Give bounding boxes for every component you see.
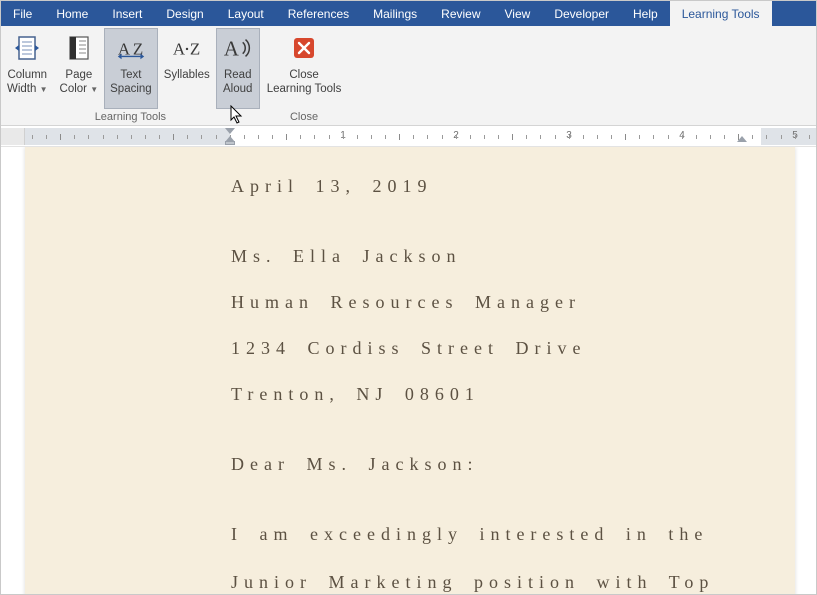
- document-page[interactable]: April 13, 2019 Ms. Ella Jackson Human Re…: [25, 147, 795, 594]
- tab-design[interactable]: Design: [154, 1, 215, 26]
- close-icon: [288, 32, 320, 64]
- page-color-label-1: Page: [65, 68, 92, 82]
- close-lt-label-1: Close: [289, 68, 318, 82]
- tab-mailings[interactable]: Mailings: [361, 1, 429, 26]
- text-spacing-label-2: Spacing: [110, 82, 152, 96]
- page-color-icon: [63, 32, 95, 64]
- column-width-label-2: Width: [7, 83, 36, 95]
- close-lt-label-2: Learning Tools: [267, 82, 342, 96]
- tab-developer[interactable]: Developer: [542, 1, 621, 26]
- column-width-label-1: Column: [7, 68, 47, 82]
- doc-salutation: Dear Ms. Jackson:: [231, 449, 745, 479]
- page-color-button[interactable]: Page Color ▼: [54, 28, 105, 109]
- doc-addr-title: Human Resources Manager: [231, 287, 745, 317]
- column-width-button[interactable]: Column Width ▼: [1, 28, 54, 109]
- column-width-icon: [11, 32, 43, 64]
- group-label-close: Close: [261, 109, 348, 125]
- tab-learning-tools[interactable]: Learning Tools: [670, 1, 772, 26]
- doc-addr-street: 1234 Cordiss Street Drive: [231, 333, 745, 363]
- tab-layout[interactable]: Layout: [216, 1, 276, 26]
- syllables-icon: A Z: [171, 32, 203, 64]
- right-indent-marker[interactable]: [737, 136, 747, 142]
- doc-addr-city: Trenton, NJ 08601: [231, 379, 745, 409]
- tab-review[interactable]: Review: [429, 1, 492, 26]
- tab-file[interactable]: File: [1, 1, 44, 26]
- read-aloud-label-2: Aloud: [223, 82, 252, 96]
- close-learning-tools-button[interactable]: Close Learning Tools: [261, 28, 348, 109]
- tab-references[interactable]: References: [276, 1, 361, 26]
- group-learning-tools: Column Width ▼ Page: [1, 26, 260, 125]
- text-spacing-icon: A Z: [115, 32, 147, 64]
- tab-view[interactable]: View: [493, 1, 543, 26]
- ruler-ticks: 12345: [25, 128, 816, 145]
- tab-help[interactable]: Help: [621, 1, 670, 26]
- tab-insert[interactable]: Insert: [100, 1, 154, 26]
- group-close: Close Learning Tools Close: [261, 26, 348, 125]
- svg-text:A: A: [173, 40, 186, 59]
- chevron-down-icon: ▼: [90, 85, 98, 94]
- syllables-button[interactable]: A Z Syllables: [158, 28, 216, 109]
- chevron-down-icon: ▼: [40, 85, 48, 94]
- svg-text:Z: Z: [190, 40, 200, 59]
- doc-body-line-2: Junior Marketing position with Top: [231, 567, 745, 594]
- doc-date: April 13, 2019: [231, 171, 745, 201]
- read-aloud-button[interactable]: A Read Aloud: [216, 28, 260, 109]
- ruler-gutter: [1, 128, 25, 145]
- document-workspace: April 13, 2019 Ms. Ella Jackson Human Re…: [1, 147, 816, 594]
- text-spacing-button[interactable]: A Z Text Spacing: [104, 28, 158, 109]
- syllables-label-1: Syllables: [164, 68, 210, 82]
- doc-addr-name: Ms. Ella Jackson: [231, 241, 745, 271]
- left-indent-marker[interactable]: [225, 141, 235, 145]
- read-aloud-icon: A: [222, 32, 254, 64]
- svg-text:A: A: [224, 39, 239, 61]
- text-spacing-label-1: Text: [120, 68, 141, 82]
- horizontal-ruler[interactable]: 12345: [1, 126, 816, 147]
- read-aloud-label-1: Read: [224, 68, 252, 82]
- doc-body-line-1: I am exceedingly interested in the: [231, 519, 745, 549]
- ribbon-tabstrip: File Home Insert Design Layout Reference…: [1, 1, 816, 26]
- page-color-label-2: Color: [60, 83, 87, 95]
- first-line-indent-marker[interactable]: [225, 128, 235, 134]
- group-label-learning-tools: Learning Tools: [1, 109, 260, 125]
- ribbon: Column Width ▼ Page: [1, 26, 816, 126]
- tab-home[interactable]: Home: [44, 1, 100, 26]
